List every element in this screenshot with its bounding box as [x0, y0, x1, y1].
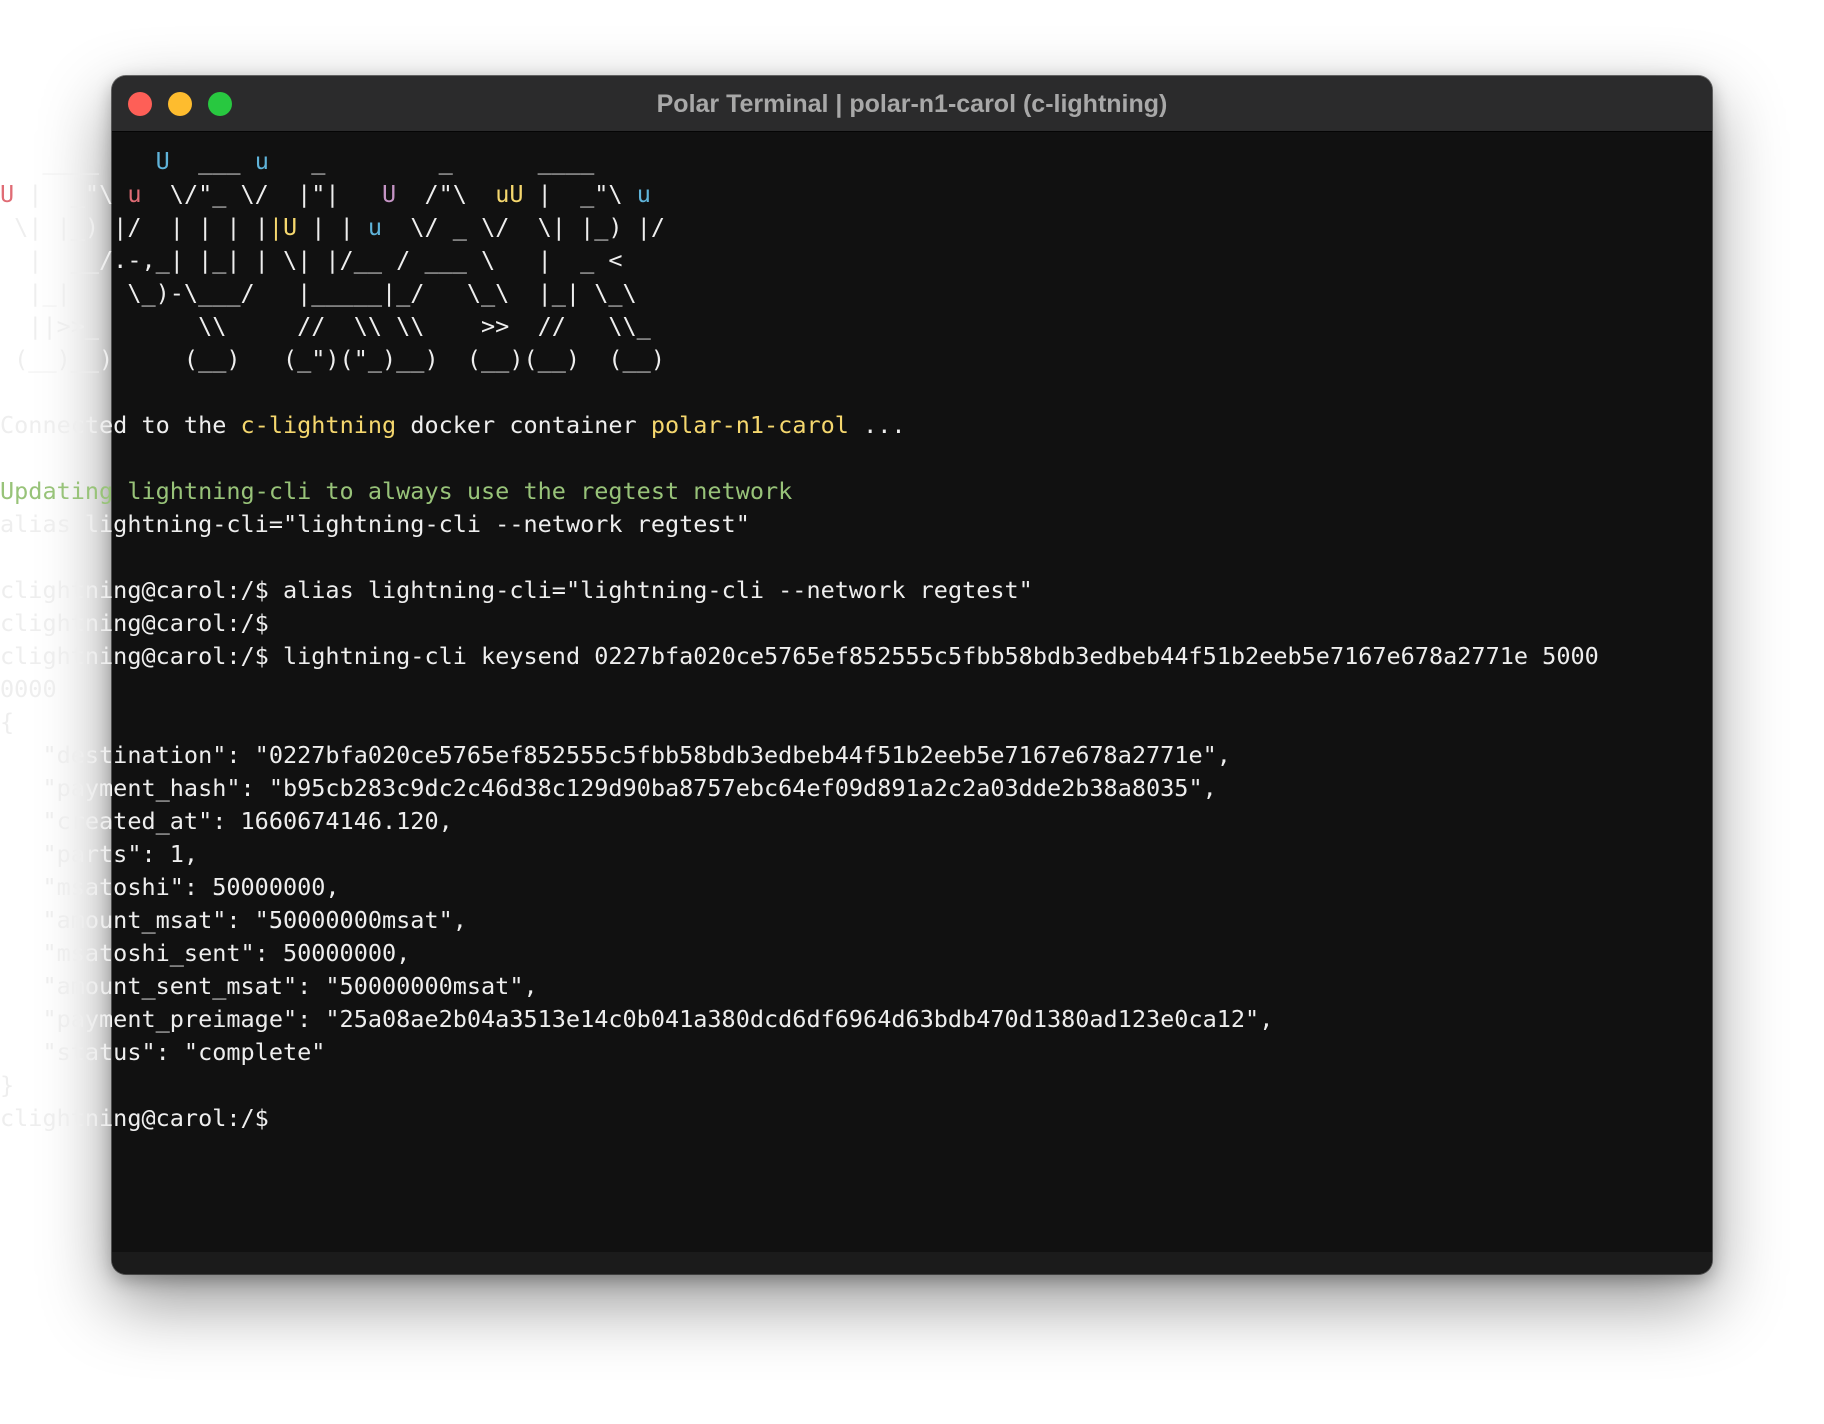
connected-prefix: Connected to the	[0, 411, 241, 439]
ascii-banner-line: (__)__) (__) (_")("_)__) (__)(__) (__)	[0, 343, 1600, 376]
ascii-banner-segment: | _"\	[14, 180, 128, 208]
ascii-banner-segment: ___	[169, 147, 255, 175]
ascii-banner-line: \| |_) |/ | | | ||U | | u \/ _ \/ \| |_)…	[0, 211, 1600, 244]
ascii-banner-line: ||>>_ \\ // \\ \\ >> // \\_	[0, 310, 1600, 343]
ascii-banner-segment: |U	[268, 213, 298, 241]
connected-middle: docker container	[396, 411, 651, 439]
command-text: lightning-cli keysend 0227bfa020ce5765ef…	[268, 642, 1599, 670]
shell-prompt: clightning@carol:/$	[0, 1104, 269, 1132]
ascii-banner-segment: U	[382, 180, 397, 208]
json-field-line: "msatoshi": 50000000,	[0, 873, 340, 901]
terminal-output[interactable]: ____ U ___ u _ _ ____ U | _"\ u \/"_ \/ |…	[0, 112, 1600, 1135]
ascii-banner-segment: uU	[495, 180, 524, 208]
terminal-bottom-edge	[112, 1252, 1712, 1274]
ascii-banner-segment: (__)__) (__) (_")("_)__) (__)(__) (__)	[0, 345, 665, 373]
json-close-brace: }	[0, 1071, 15, 1099]
json-field-line: "payment_hash": "b95cb283c9dc2c46d38c129…	[0, 774, 1217, 802]
connected-suffix: ...	[848, 411, 906, 439]
ascii-banner-segment: |_| \_)-\___/ |_____|_/ \_\ |_| \_\	[0, 279, 637, 307]
node-implementation: c-lightning	[240, 411, 397, 439]
current-prompt-line[interactable]: clightning@carol:/$	[0, 1102, 1600, 1135]
ascii-banner-segment: | __/.-,_| |_| | \| |/__ / ___ \ | _ <	[0, 246, 623, 274]
updating-notice: Updating lightning-cli to always use the…	[0, 477, 793, 505]
shell-prompt: clightning@carol:/$	[0, 609, 269, 637]
ascii-banner-segment: \/ _ \/ \| |_) |/	[382, 213, 665, 241]
command-text: alias lightning-cli="lightning-cli --net…	[268, 576, 1033, 604]
connected-line: Connected to the c-lightning docker cont…	[0, 409, 1600, 442]
command-line-alias: clightning@carol:/$ alias lightning-cli=…	[0, 574, 1600, 607]
ascii-banner: ____ U ___ u _ _ ____ U | _"\ u \/"_ \/ |…	[0, 145, 1600, 376]
ascii-banner-segment: u	[127, 180, 142, 208]
json-field-line: "parts": 1,	[0, 840, 199, 868]
shell-prompt: clightning@carol:/$	[0, 642, 269, 670]
json-field-line: "created_at": 1660674146.120,	[0, 807, 453, 835]
ascii-banner-segment: _ _ ____	[268, 147, 595, 175]
ascii-banner-segment: \/"_ \/ |"|	[141, 180, 383, 208]
json-field-line: "amount_sent_msat": "50000000msat",	[0, 972, 538, 1000]
ascii-banner-segment: \| |_) |/ | | | |	[0, 213, 269, 241]
shell-prompt: clightning@carol:/$	[0, 576, 269, 604]
json-open-brace: {	[0, 708, 15, 736]
container-name: polar-n1-carol	[650, 411, 849, 439]
ascii-banner-line: U | _"\ u \/"_ \/ |"| U /"\ uU | _"\ u	[0, 178, 1600, 211]
json-field-line: "destination": "0227bfa020ce5765ef852555…	[0, 741, 1231, 769]
ascii-banner-line: ____ U ___ u _ _ ____	[0, 145, 1600, 178]
ascii-banner-segment: | _"\	[523, 180, 637, 208]
ascii-banner-segment: u	[367, 213, 383, 241]
alias-echo: alias lightning-cli="lightning-cli --net…	[0, 510, 750, 538]
ascii-banner-segment: u	[636, 180, 651, 208]
json-field-line: "status": "complete"	[0, 1038, 326, 1066]
ascii-banner-segment: /"\	[396, 180, 496, 208]
json-field-line: "payment_preimage": "25a08ae2b04a3513e14…	[0, 1005, 1274, 1033]
json-field-line: "amount_msat": "50000000msat",	[0, 906, 467, 934]
json-field-line: "msatoshi_sent": 50000000,	[0, 939, 411, 967]
ascii-banner-line: |_| \_)-\___/ |_____|_/ \_\ |_| \_\	[0, 277, 1600, 310]
command-wrap: 0000	[0, 675, 57, 703]
command-line-empty: clightning@carol:/$	[0, 607, 1600, 640]
ascii-banner-segment: u	[254, 147, 269, 175]
ascii-banner-segment: | |	[297, 213, 368, 241]
ascii-banner-line: | __/.-,_| |_| | \| |/__ / ___ \ | _ <	[0, 244, 1600, 277]
ascii-banner-segment: ||>>_ \\ // \\ \\ >> // \\_	[0, 312, 651, 340]
ascii-banner-segment: ____	[0, 147, 156, 175]
command-line-keysend: clightning@carol:/$ lightning-cli keysen…	[0, 640, 1600, 673]
keysend-json-fields: "destination": "0227bfa020ce5765ef852555…	[0, 739, 1600, 1069]
ascii-banner-segment: U	[0, 180, 15, 208]
ascii-banner-segment: U	[155, 147, 170, 175]
